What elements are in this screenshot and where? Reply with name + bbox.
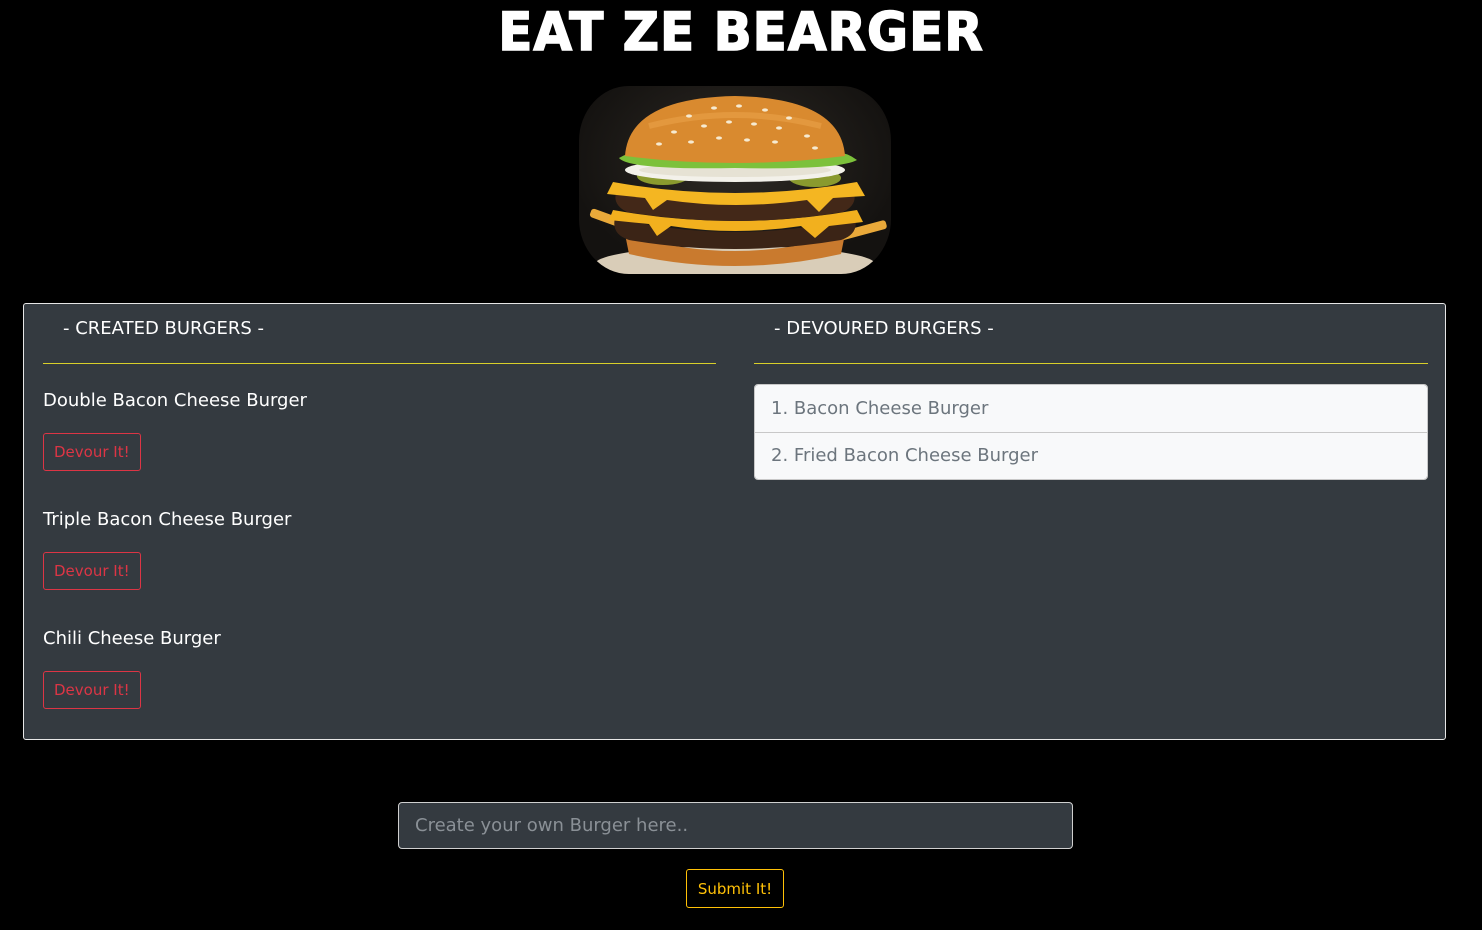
devour-button[interactable]: Devour It!: [43, 671, 141, 709]
burgers-panel: - CREATED BURGERS - Double Bacon Cheese …: [23, 303, 1446, 740]
devour-button[interactable]: Devour It!: [43, 552, 141, 590]
burger-image: [579, 86, 891, 274]
burger-name-input[interactable]: [398, 802, 1073, 849]
devoured-burgers-column: - DEVOURED BURGERS - 1. Bacon Cheese Bur…: [754, 304, 1428, 480]
list-item: Chili Cheese Burger Devour It!: [43, 622, 716, 741]
submit-button[interactable]: Submit It!: [686, 869, 784, 908]
devoured-burgers-list: 1. Bacon Cheese Burger 2. Fried Bacon Ch…: [754, 384, 1428, 480]
page: EAT ZE BEARGER - CREATED BURGERS - Doubl…: [0, 0, 1482, 930]
created-burgers-list: Double Bacon Cheese Burger Devour It! Tr…: [43, 384, 716, 741]
list-item: Double Bacon Cheese Burger Devour It!: [43, 384, 716, 503]
list-item: Triple Bacon Cheese Burger Devour It!: [43, 503, 716, 622]
list-item: 1. Bacon Cheese Burger: [755, 385, 1427, 433]
burger-name: Triple Bacon Cheese Burger: [43, 509, 292, 530]
created-burgers-heading: - CREATED BURGERS -: [43, 304, 716, 364]
page-title: EAT ZE BEARGER: [498, 1, 984, 63]
burger-name: Chili Cheese Burger: [43, 628, 221, 649]
burger-name: Double Bacon Cheese Burger: [43, 390, 307, 411]
devoured-burgers-heading: - DEVOURED BURGERS -: [754, 304, 1428, 364]
list-item: 2. Fried Bacon Cheese Burger: [755, 433, 1427, 479]
burger-illustration: [589, 96, 887, 274]
created-burgers-column: - CREATED BURGERS - Double Bacon Cheese …: [43, 304, 716, 741]
devour-button[interactable]: Devour It!: [43, 433, 141, 471]
